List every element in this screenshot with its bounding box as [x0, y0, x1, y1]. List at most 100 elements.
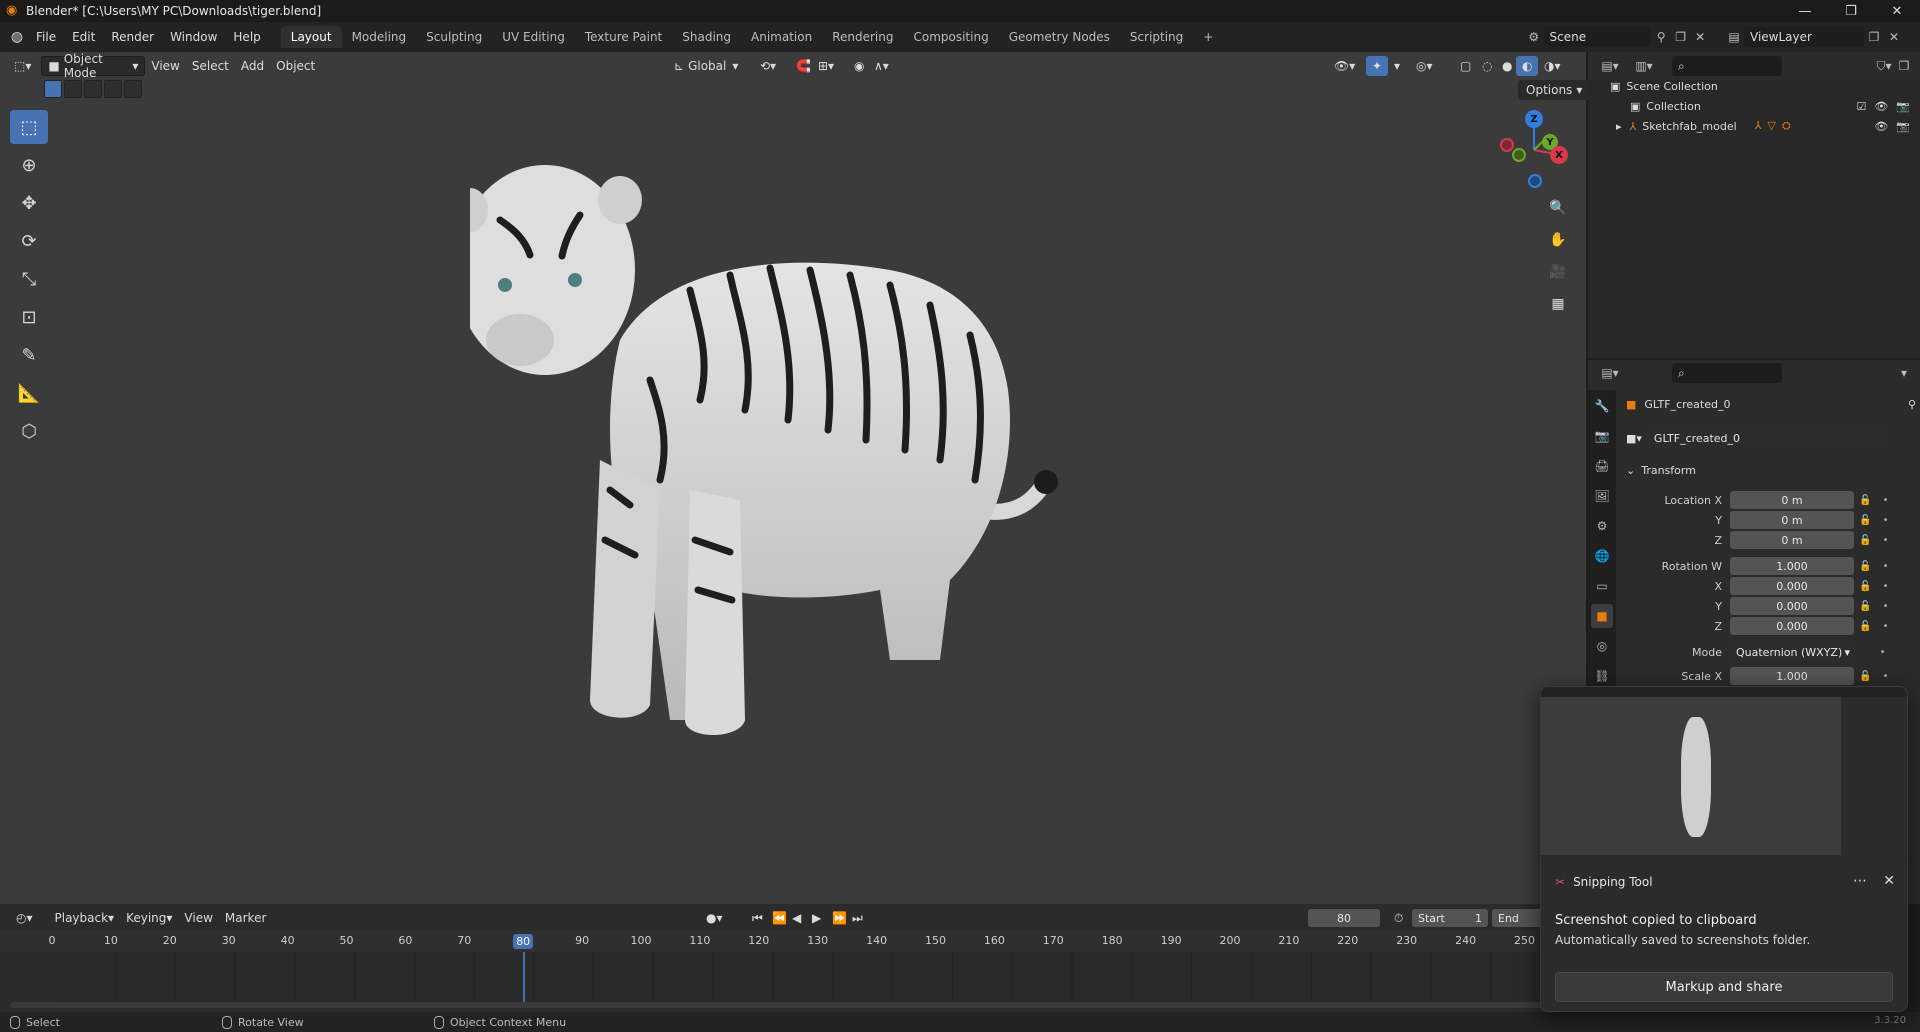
scene-tab-icon[interactable]: ⚙ [1591, 514, 1613, 538]
annotate-tool-icon[interactable]: ✎ [10, 338, 48, 372]
visibility-icon[interactable]: 👁▾ [1328, 56, 1361, 76]
timeline-editor-icon[interactable]: ◴▾ [10, 908, 39, 928]
minimize-button[interactable]: — [1782, 0, 1828, 22]
lock-icon[interactable]: 🔓 [1859, 601, 1871, 612]
current-frame-field[interactable]: 80 [1308, 909, 1380, 927]
select-invert-icon[interactable] [104, 80, 122, 98]
viewlayer-name[interactable]: ViewLayer [1744, 27, 1864, 47]
outliner-search-input[interactable]: ⌕ [1672, 56, 1782, 76]
gizmo-neg-z-axis[interactable] [1528, 174, 1542, 188]
record-keyframe-icon[interactable]: ●▾ [700, 908, 729, 928]
screenshot-thumbnail[interactable] [1541, 687, 1907, 863]
gizmo-menu-icon[interactable]: ▾ [1388, 56, 1406, 76]
keyframe-dot-icon[interactable]: • [1883, 601, 1889, 612]
timeline-scrollbar[interactable] [10, 1002, 1586, 1008]
object-name-field[interactable]: GLTF_created_0 [1647, 429, 1886, 447]
editor-type-icon[interactable]: ⬚▾ [8, 56, 37, 76]
navigation-gizmo[interactable]: Z Y X [1494, 108, 1574, 188]
new-collection-icon[interactable]: ❐ [1894, 56, 1914, 76]
world-tab-icon[interactable]: 🌐 [1591, 544, 1613, 568]
rotate-tool-icon[interactable]: ⟳ [10, 224, 48, 258]
keyframe-dot-icon[interactable]: • [1883, 671, 1889, 682]
tab-layout[interactable]: Layout [280, 26, 342, 48]
measure-tool-icon[interactable]: 📐 [10, 376, 48, 410]
material-shading-icon[interactable]: ◐ [1516, 56, 1539, 76]
marker-menu[interactable]: Marker [219, 908, 272, 928]
rotation-x-field[interactable]: 0.000 [1730, 577, 1854, 595]
viewlayer-selector[interactable]: ▤ ViewLayer ❐ ✕ [1724, 26, 1914, 48]
camera-render-icon[interactable]: 📷 [1896, 100, 1910, 113]
menu-select[interactable]: Select [186, 56, 235, 76]
view-layer-tab-icon[interactable]: 🖼 [1591, 484, 1613, 508]
mode-dropdown[interactable]: ■ Object Mode ▾ [41, 52, 146, 80]
tab-modeling[interactable]: Modeling [342, 26, 417, 48]
keyframe-dot-icon[interactable]: • [1883, 515, 1889, 526]
properties-search-input[interactable]: ⌕ [1672, 363, 1782, 383]
gizmo-neg-x-axis[interactable] [1500, 138, 1514, 152]
tab-rendering[interactable]: Rendering [822, 26, 903, 48]
gizmo-z-axis[interactable]: Z [1525, 110, 1543, 128]
lock-icon[interactable]: 🔓 [1859, 495, 1871, 506]
keyframe-dot-icon[interactable]: • [1883, 621, 1889, 632]
location-z-field[interactable]: 0 m [1730, 531, 1854, 549]
eye-icon[interactable]: 👁 [1874, 120, 1888, 133]
tiger-3d-model[interactable] [470, 160, 1110, 740]
menu-view[interactable]: View [145, 56, 185, 76]
zoom-icon[interactable]: 🔍 [1546, 196, 1570, 220]
rotation-z-field[interactable]: 0.000 [1730, 617, 1854, 635]
menu-help[interactable]: Help [225, 30, 268, 44]
lock-icon[interactable]: 🔓 [1859, 621, 1871, 632]
pin-icon[interactable]: ⚲ [1651, 27, 1671, 47]
tab-compositing[interactable]: Compositing [903, 26, 998, 48]
lock-icon[interactable]: 🔓 [1859, 581, 1871, 592]
move-tool-icon[interactable]: ✥ [10, 186, 48, 220]
cursor-tool-icon[interactable]: ⊕ [10, 148, 48, 182]
gizmo-neg-y-axis[interactable] [1512, 148, 1526, 162]
camera-render-icon[interactable]: 📷 [1896, 120, 1910, 133]
delete-viewlayer-icon[interactable]: ✕ [1884, 27, 1904, 47]
tab-scripting[interactable]: Scripting [1120, 26, 1193, 48]
constraints-tab-icon[interactable]: ⛓ [1591, 664, 1613, 688]
select-intersect-icon[interactable] [124, 80, 142, 98]
add-cube-tool-icon[interactable]: ⬡ [10, 414, 48, 448]
rotation-mode-dropdown[interactable]: Quaternion (WXYZ) ▾ [1730, 643, 1854, 661]
tab-shading[interactable]: Shading [672, 26, 741, 48]
transform-tool-icon[interactable]: ⊡ [10, 300, 48, 334]
close-icon[interactable]: ✕ [1883, 873, 1895, 889]
playback-menu[interactable]: Playback ▾ [49, 908, 121, 928]
location-x-field[interactable]: 0 m [1730, 491, 1854, 509]
blender-menu-icon[interactable]: ◍ [6, 26, 28, 48]
playhead[interactable] [523, 952, 525, 1008]
gizmo-toggle-icon[interactable]: ✦ [1366, 56, 1389, 76]
delete-scene-icon[interactable]: ✕ [1690, 27, 1710, 47]
lock-icon[interactable]: 🔓 [1859, 671, 1871, 682]
close-window-button[interactable]: ✕ [1874, 0, 1920, 22]
tab-geometry-nodes[interactable]: Geometry Nodes [999, 26, 1120, 48]
collection-tab-icon[interactable]: ▭ [1591, 574, 1613, 598]
preview-range-icon[interactable]: ⏱ [1388, 908, 1409, 928]
markup-and-share-button[interactable]: Markup and share [1555, 972, 1893, 1002]
output-tab-icon[interactable]: 🖨 [1591, 454, 1613, 478]
chevron-down-icon[interactable]: ▾ [1894, 363, 1914, 383]
location-y-field[interactable]: 0 m [1730, 511, 1854, 529]
tool-tab-icon[interactable]: 🔧 [1591, 394, 1613, 418]
menu-render[interactable]: Render [103, 30, 162, 44]
menu-add[interactable]: Add [235, 56, 270, 76]
scale-x-field[interactable]: 1.000 [1730, 667, 1854, 685]
timeline-view-menu[interactable]: View [178, 908, 218, 928]
tab-uv-editing[interactable]: UV Editing [492, 26, 575, 48]
play-icon[interactable]: ▶ [806, 908, 827, 928]
scene-name[interactable]: Scene [1543, 27, 1652, 47]
render-tab-icon[interactable]: 📷 [1591, 424, 1613, 448]
pin-icon[interactable]: ⚲ [1908, 398, 1916, 411]
outliner-editor-icon[interactable]: ▤▾ [1600, 56, 1620, 76]
overlay-icon[interactable]: ◎▾ [1410, 56, 1439, 76]
outliner-item-collection[interactable]: ▣ Collection ☑ 👁 📷 [1588, 96, 1920, 116]
menu-object[interactable]: Object [270, 56, 321, 76]
pan-hand-icon[interactable]: ✋ [1546, 228, 1570, 252]
lock-icon[interactable]: 🔓 [1859, 561, 1871, 572]
options-dropdown[interactable]: Options ▾ [1518, 80, 1591, 100]
add-workspace-button[interactable]: + [1193, 26, 1223, 48]
more-options-icon[interactable]: ⋯ [1853, 873, 1867, 889]
jump-end-icon[interactable]: ⏭ [846, 908, 869, 928]
